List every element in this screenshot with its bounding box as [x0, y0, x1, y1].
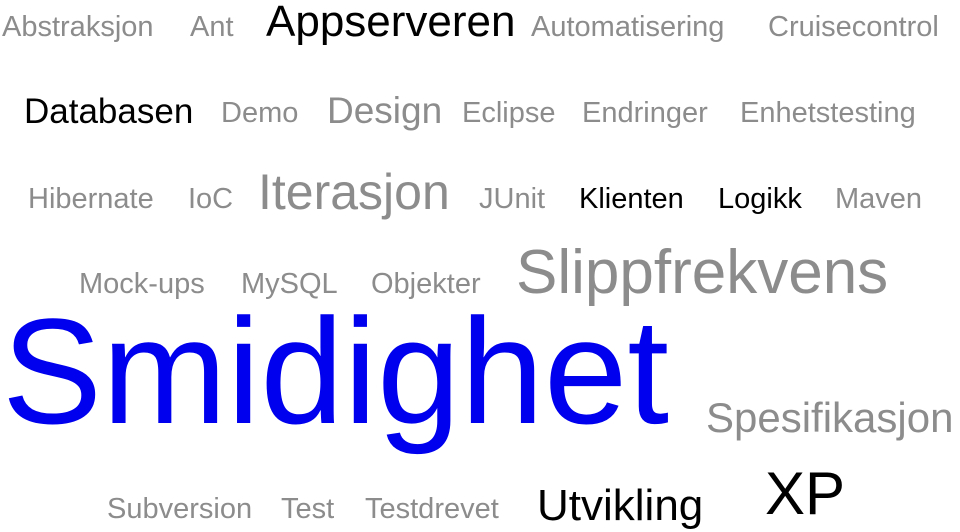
word-abstraksjon: Abstraksjon: [2, 11, 154, 44]
word-logikk: Logikk: [718, 183, 802, 216]
word-demo: Demo: [221, 97, 299, 130]
word-hibernate: Hibernate: [28, 183, 154, 216]
word-klienten: Klienten: [579, 183, 684, 216]
word-utvikling: Utvikling: [537, 481, 704, 531]
word-appserveren: Appserveren: [266, 0, 516, 47]
word-xp: XP: [765, 460, 846, 528]
word-spesifikasjon: Spesifikasjon: [706, 393, 954, 441]
word-enhetstesting: Enhetstesting: [740, 97, 916, 130]
word-ioc: IoC: [188, 183, 234, 216]
word-automatisering: Automatisering: [531, 11, 725, 44]
word-iterasjon: Iterasjon: [258, 164, 450, 220]
word-test: Test: [281, 493, 335, 526]
word-subversion: Subversion: [107, 493, 253, 526]
word-ant: Ant: [190, 11, 234, 44]
word-junit: JUnit: [479, 183, 546, 216]
word-eclipse: Eclipse: [462, 97, 556, 130]
word-smidighet: Smidighet: [2, 287, 670, 455]
word-endringer: Endringer: [582, 97, 708, 130]
word-cruisecontrol: Cruisecontrol: [768, 11, 939, 44]
word-maven: Maven: [835, 183, 923, 216]
word-design: Design: [327, 90, 443, 132]
word-testdrevet: Testdrevet: [365, 493, 499, 526]
word-databasen: Databasen: [24, 91, 194, 131]
